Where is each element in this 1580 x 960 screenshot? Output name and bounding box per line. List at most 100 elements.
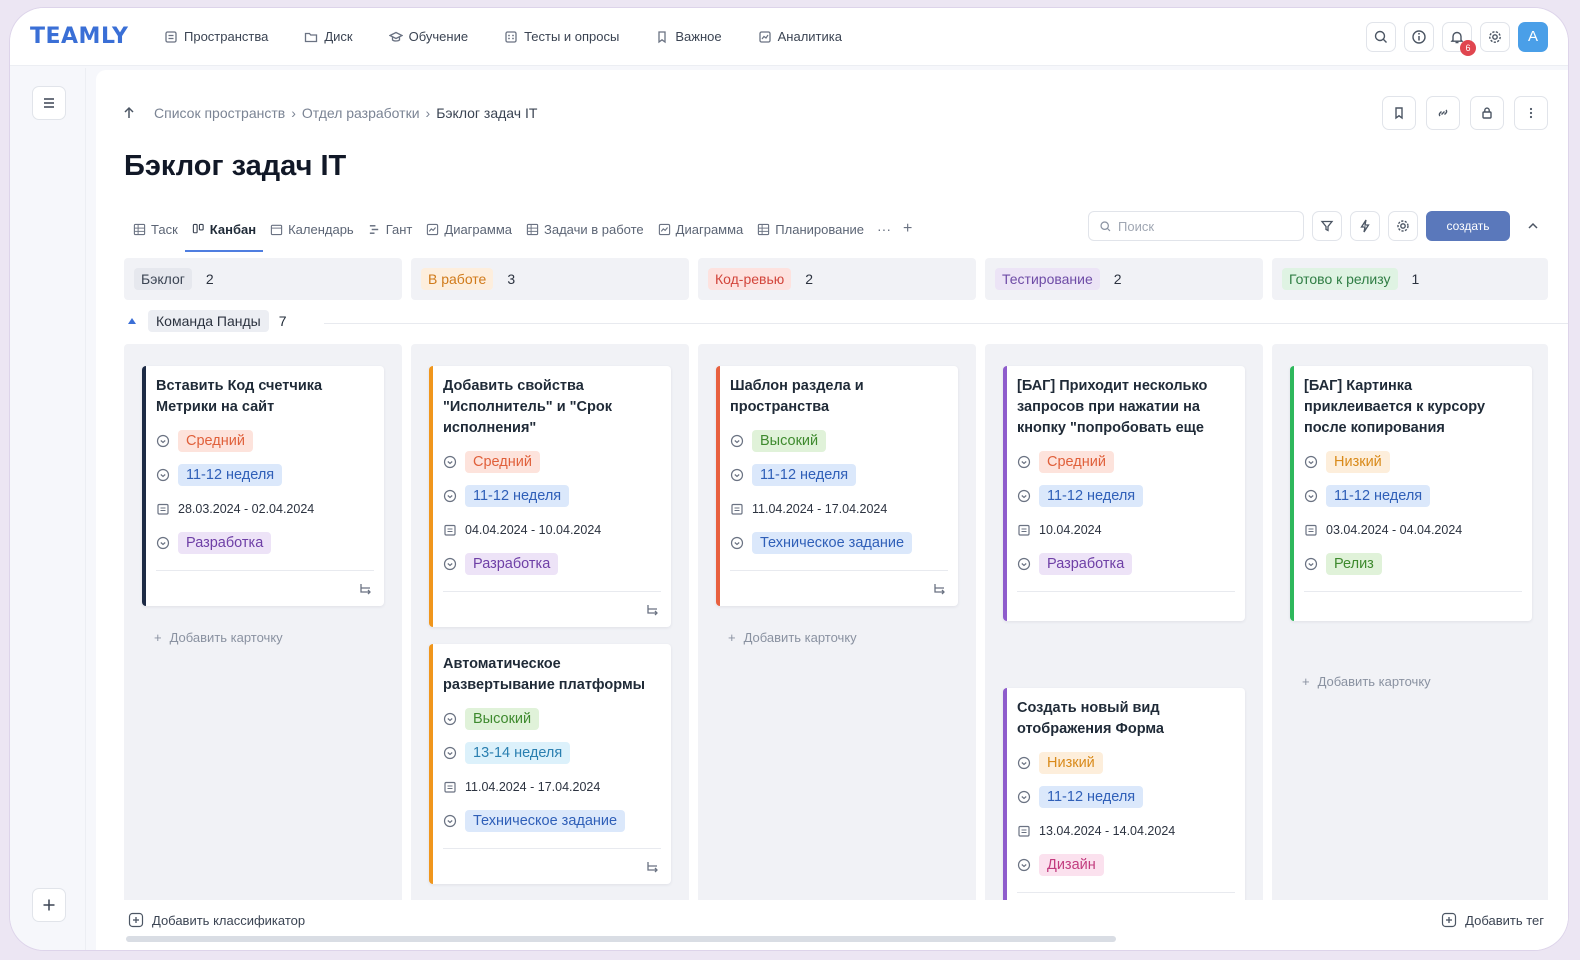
- automation-button[interactable]: [1350, 211, 1380, 241]
- collapse-toolbar-button[interactable]: [1518, 211, 1548, 241]
- nav-item-tests[interactable]: Тесты и опросы: [486, 8, 637, 66]
- nav-item-spaces[interactable]: Пространства: [146, 8, 286, 66]
- filter-button[interactable]: [1312, 211, 1342, 241]
- copy-link-button[interactable]: [1426, 96, 1460, 130]
- column-header-backlog[interactable]: Бэклог 2: [124, 258, 402, 300]
- info-button[interactable]: [1404, 21, 1434, 52]
- rail-add-button[interactable]: [32, 888, 66, 922]
- nav-item-disk[interactable]: Диск: [286, 8, 370, 66]
- calendar-icon: [731, 503, 743, 515]
- add-tag-button[interactable]: Добавить тег: [1441, 912, 1544, 928]
- tab-label: Канбан: [209, 221, 257, 237]
- type-tag: Разработка: [178, 532, 272, 554]
- task-card[interactable]: [БАГ] Приходит несколько запросов при на…: [1003, 366, 1245, 621]
- lightning-icon: [1360, 219, 1370, 233]
- gear-icon: [1489, 30, 1501, 43]
- swimlane-count: 7: [278, 313, 287, 329]
- calendar-icon: [157, 503, 169, 515]
- tab-kanban[interactable]: Канбан: [184, 210, 264, 252]
- lock-button[interactable]: [1470, 96, 1504, 130]
- view-tabs: Таск Канбан Календарь Гант Диаграмма Зад…: [126, 210, 918, 252]
- nav-item-important[interactable]: Важное: [637, 8, 739, 66]
- column-count: 2: [205, 271, 214, 287]
- view-settings-button[interactable]: [1388, 211, 1418, 241]
- table-icon: [526, 223, 539, 235]
- sidebar-toggle-button[interactable]: [32, 86, 66, 120]
- status-circle-icon: [443, 712, 457, 726]
- column-header-in-progress[interactable]: В работе 3: [411, 258, 689, 300]
- global-search-button[interactable]: [1366, 21, 1396, 52]
- nav-item-learning[interactable]: Обучение: [371, 8, 486, 66]
- tab-diagram-2[interactable]: Диаграмма: [651, 210, 751, 248]
- column-count: 1: [1411, 271, 1420, 287]
- subtask-icon[interactable]: [645, 859, 661, 875]
- top-actions: 6 A: [1366, 21, 1548, 56]
- add-classifier-label: Добавить классификатор: [152, 912, 306, 928]
- add-view-button[interactable]: +: [897, 220, 918, 238]
- more-options-button[interactable]: [1514, 96, 1548, 130]
- top-bar: TEAMLY Пространства Диск Обучение Тесты …: [10, 8, 1568, 66]
- main-content: Список пространств › Отдел разработки › …: [96, 70, 1568, 950]
- tab-diagram[interactable]: Диаграмма: [419, 210, 519, 248]
- add-classifier-button[interactable]: Добавить классификатор: [128, 912, 305, 928]
- tab-calendar[interactable]: Календарь: [263, 210, 361, 248]
- tab-label: Планирование: [775, 221, 865, 237]
- tabs-more-button[interactable]: ···: [871, 221, 897, 237]
- card-footer: [1017, 591, 1235, 621]
- task-card[interactable]: Вставить Код счетчика Метрики на сайт Ср…: [142, 366, 384, 606]
- tab-task[interactable]: Таск: [126, 210, 185, 248]
- search-input[interactable]: Поиск: [1088, 211, 1304, 241]
- status-circle-icon: [730, 468, 744, 482]
- nav-item-analytics[interactable]: Аналитика: [740, 8, 860, 66]
- settings-button[interactable]: [1480, 21, 1510, 52]
- add-card-button[interactable]: + Добавить карточку: [728, 630, 857, 645]
- logo[interactable]: TEAMLY: [30, 24, 146, 49]
- calendar-icon: [444, 524, 456, 536]
- add-card-button[interactable]: + Добавить карточку: [154, 630, 283, 645]
- table-icon: [758, 223, 770, 235]
- triangle-up-icon[interactable]: [126, 315, 138, 327]
- status-circle-icon: [1304, 455, 1318, 469]
- status-circle-icon: [156, 468, 170, 482]
- tab-gantt[interactable]: Гант: [361, 210, 420, 248]
- card-priority: Низкий: [1017, 746, 1235, 780]
- task-card[interactable]: Добавить свойства "Исполнитель" и "Срок …: [429, 366, 671, 627]
- breadcrumb-item-spaces[interactable]: Список пространств: [154, 105, 285, 121]
- sprint-tag: 13-14 неделя: [465, 742, 571, 764]
- subtask-icon[interactable]: [358, 581, 374, 597]
- horizontal-scrollbar[interactable]: [126, 936, 1116, 942]
- search-icon: [1374, 30, 1387, 43]
- card-priority: Высокий: [443, 702, 661, 736]
- add-tag-label: Добавить тег: [1465, 912, 1544, 928]
- column-header-code-review[interactable]: Код-ревью 2: [698, 258, 976, 300]
- swimlane-header[interactable]: Команда Панды 7: [126, 310, 287, 332]
- task-card[interactable]: Создать новый вид отображения Форма Низк…: [1003, 688, 1245, 928]
- card-priority: Средний: [156, 424, 374, 458]
- breadcrumb: Список пространств › Отдел разработки › …: [116, 100, 537, 126]
- column-header-testing[interactable]: Тестирование 2: [985, 258, 1263, 300]
- create-button[interactable]: создать: [1426, 211, 1510, 241]
- link-icon: [1438, 109, 1448, 117]
- task-card[interactable]: Шаблон раздела и пространства Высокий 11…: [716, 366, 958, 606]
- subtask-icon[interactable]: [645, 602, 661, 618]
- up-button[interactable]: [116, 100, 142, 126]
- card-footer: [443, 848, 661, 884]
- breadcrumb-item-department[interactable]: Отдел разработки: [302, 105, 420, 121]
- column-header-ready-for-release[interactable]: Готово к релизу 1: [1272, 258, 1548, 300]
- tab-planning[interactable]: Планирование: [750, 210, 871, 248]
- task-card[interactable]: [БАГ] Картинка приклеивается к курсору п…: [1290, 366, 1532, 621]
- status-pill: Бэклог: [134, 268, 192, 290]
- tab-tasks-in-progress[interactable]: Задачи в работе: [519, 210, 651, 248]
- avatar[interactable]: A: [1518, 21, 1548, 52]
- card-sprint: 11-12 неделя: [1017, 780, 1235, 814]
- page-actions: [1382, 96, 1548, 130]
- notifications-button[interactable]: 6: [1442, 21, 1476, 56]
- card-dates: 13.04.2024 - 14.04.2024: [1017, 814, 1235, 848]
- bookmark-page-button[interactable]: [1382, 96, 1416, 130]
- subtask-icon[interactable]: [932, 581, 948, 597]
- swimlane-name: Команда Панды: [148, 310, 269, 332]
- tab-label: Диаграмма: [675, 221, 744, 237]
- task-card[interactable]: Автоматическое развертывание платформы В…: [429, 644, 671, 884]
- card-footer: [730, 570, 948, 606]
- add-card-button[interactable]: + Добавить карточку: [1302, 674, 1431, 689]
